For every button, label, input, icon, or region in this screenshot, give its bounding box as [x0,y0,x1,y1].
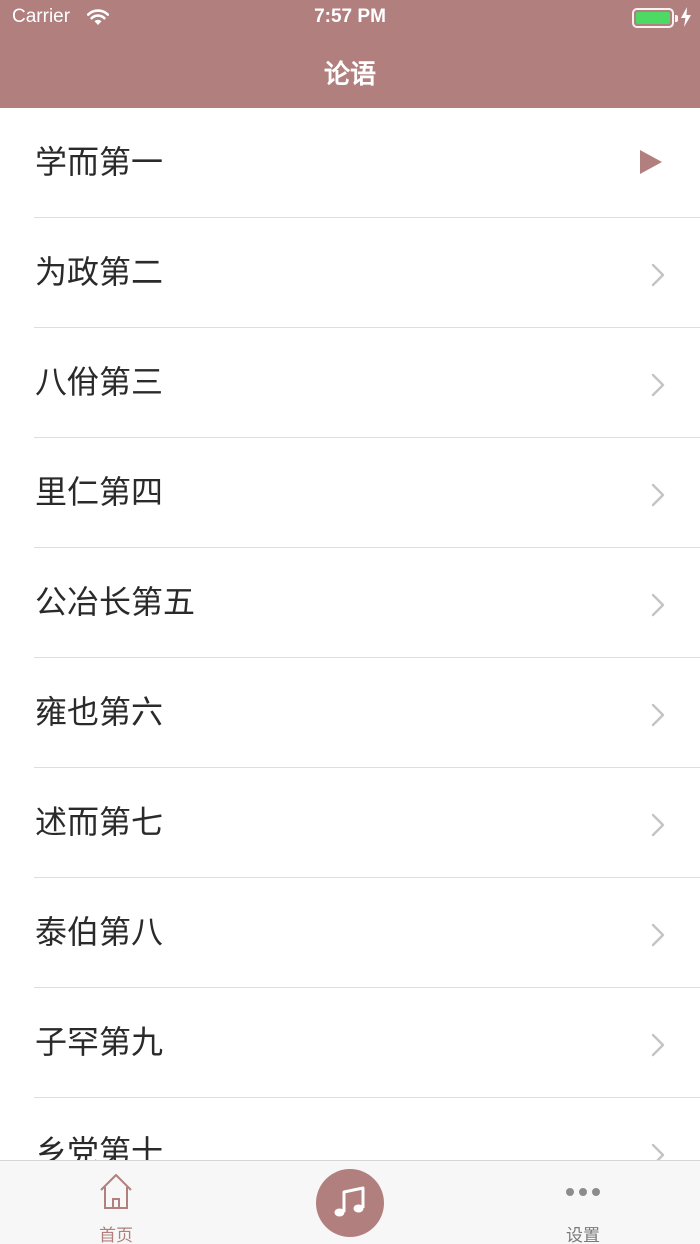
charging-icon [681,7,691,27]
chapter-label: 乡党第十 [35,1133,164,1160]
chevron-right-icon [651,1143,665,1160]
chapter-list: 学而第一为政第二八佾第三里仁第四公冶长第五雍也第六述而第七泰伯第八子罕第九乡党第… [0,108,700,1160]
list-item[interactable]: 为政第二 [0,218,700,328]
tab-home-label: 首页 [99,1226,133,1244]
tab-home[interactable]: 首页 [76,1161,156,1244]
more-icon [566,1188,600,1196]
navigation-header: Carrier 7:57 PM 论语 [0,0,700,108]
list-item[interactable]: 乡党第十 [0,1098,700,1160]
music-play-button[interactable] [316,1169,384,1237]
list-item[interactable]: 述而第七 [0,768,700,878]
page-title: 论语 [323,60,376,90]
tab-settings-label: 设置 [566,1226,600,1244]
list-item[interactable]: 公冶长第五 [0,548,700,658]
chapter-label: 子罕第九 [35,1023,164,1061]
list-item[interactable]: 八佾第三 [0,328,700,438]
status-time: 7:57 PM [314,6,386,27]
chapter-label: 里仁第四 [35,473,164,511]
chapter-label: 学而第一 [35,143,164,181]
chevron-right-icon [651,373,665,397]
chapter-label: 为政第二 [35,253,164,291]
chevron-right-icon [651,593,665,617]
chevron-right-icon [651,263,665,287]
list-item[interactable]: 学而第一 [0,108,700,218]
chapter-label: 泰伯第八 [35,913,164,951]
play-icon [640,150,662,174]
tab-bar: 首页 设置 [0,1160,700,1244]
battery-icon [632,8,678,28]
chevron-right-icon [651,483,665,507]
chapter-label: 八佾第三 [35,363,164,401]
list-item[interactable]: 泰伯第八 [0,878,700,988]
chapter-label: 述而第七 [35,803,164,841]
chevron-right-icon [651,923,665,947]
chapter-label: 公冶长第五 [35,583,196,621]
status-bar: Carrier 7:57 PM [0,0,700,36]
list-item[interactable]: 雍也第六 [0,658,700,768]
tab-settings[interactable]: 设置 [543,1161,623,1244]
list-item[interactable]: 子罕第九 [0,988,700,1098]
list-item[interactable]: 里仁第四 [0,438,700,548]
chevron-right-icon [651,813,665,837]
chevron-right-icon [651,1033,665,1057]
chevron-right-icon [651,703,665,727]
home-icon [100,1174,132,1209]
chapter-label: 雍也第六 [35,693,164,731]
music-note-icon [334,1186,365,1217]
